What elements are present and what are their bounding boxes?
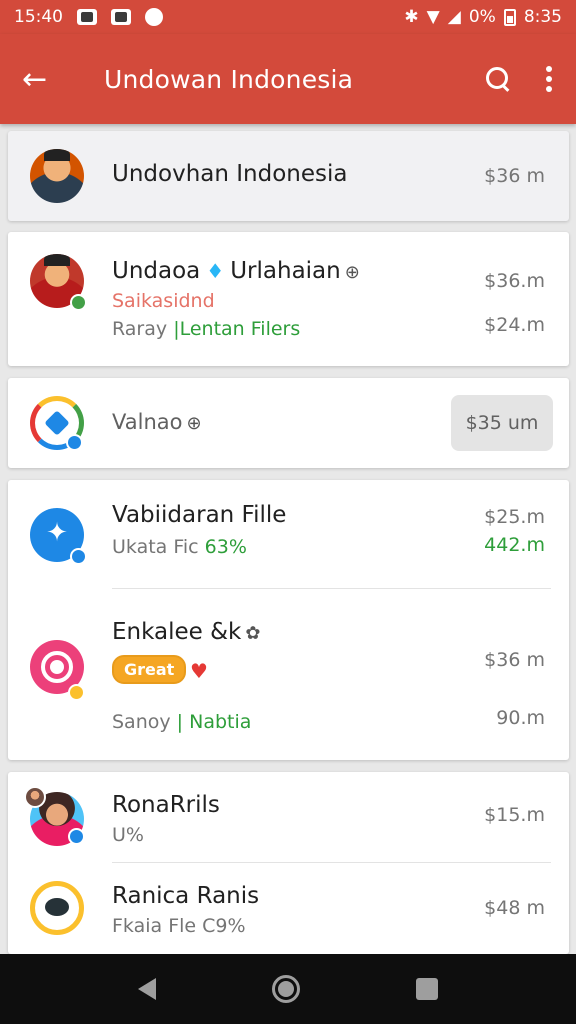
- pin-icon: ♦: [206, 259, 225, 283]
- more-vert-icon[interactable]: [546, 66, 552, 92]
- item-subtitle: Saikasidnd: [112, 290, 215, 312]
- app-bar: ← Undowan Indonesia: [0, 34, 576, 124]
- item-name: Valnao ⊕: [112, 410, 202, 434]
- status-badge: [70, 548, 87, 565]
- item-name: Ranica Ranis: [112, 883, 260, 909]
- app-notification-icon: [145, 8, 163, 26]
- list-card: Vabiidaran Fille Ukata Fic 63% $25.m 442…: [8, 480, 569, 760]
- notification-icon: [77, 9, 97, 25]
- list-item[interactable]: Valnao ⊕ $35 um: [8, 378, 569, 468]
- mini-avatar: [24, 786, 46, 808]
- item-amount-secondary: 442.m: [484, 534, 545, 556]
- wifi-icon: ▼: [426, 7, 440, 27]
- heart-icon: ♥: [190, 659, 208, 683]
- item-detail: Sanoy | Nabtia: [112, 711, 252, 733]
- item-amount: $25.m: [484, 506, 545, 528]
- list-item[interactable]: Ranica Ranis Fkaia Fle C9% $48 m: [8, 863, 569, 954]
- globe-icon: ⊕: [344, 262, 360, 283]
- item-detail: U%: [112, 824, 144, 846]
- list-item[interactable]: Undaoa ♦ Urlahaian ⊕ Saikasidnd Raray |Lent…: [8, 232, 569, 366]
- item-detail: Raray |Lentan Filers: [112, 318, 301, 340]
- item-amount: $48 m: [484, 897, 545, 919]
- status-badge: [70, 294, 87, 311]
- item-amount: $36.m: [484, 270, 545, 292]
- search-icon[interactable]: [484, 65, 512, 93]
- status-badge: [66, 434, 83, 451]
- person-avatar: [30, 149, 84, 203]
- item-detail: Ukata Fic 63%: [112, 536, 247, 558]
- signal-icon: ◢: [447, 7, 461, 27]
- list-item[interactable]: Undovhan Indonesia $36 m: [8, 131, 569, 221]
- item-amount: $15.m: [484, 804, 545, 826]
- item-name: Vabiidaran Fille: [112, 502, 287, 528]
- list-card: RonaRrils U% $15.m Ranica Ranis Fkaia Fl…: [8, 772, 569, 954]
- list-card: Valnao ⊕ $35 um: [8, 378, 569, 468]
- list-item[interactable]: RonaRrils U% $15.m: [8, 772, 569, 862]
- item-name: Undovhan Indonesia: [112, 161, 348, 187]
- item-amount: $36 m: [484, 165, 545, 187]
- item-name: RonaRrils: [112, 792, 220, 818]
- item-detail: Fkaia Fle C9%: [112, 915, 246, 937]
- status-clock: 8:35: [523, 7, 562, 27]
- brain-icon: ✿: [245, 623, 261, 644]
- nav-home-icon[interactable]: [272, 975, 300, 1003]
- page-title: Undowan Indonesia: [104, 64, 354, 94]
- gallery-notification-icon: [111, 9, 131, 25]
- item-name: Undaoa ♦ Urlahaian ⊕: [112, 258, 360, 284]
- arrow-back-icon[interactable]: ←: [22, 62, 82, 97]
- amount-chip[interactable]: $35 um: [451, 395, 553, 451]
- status-badge: [68, 828, 85, 845]
- item-name: Enkalee &k ✿: [112, 619, 261, 645]
- globe-icon: ⊕: [186, 413, 202, 434]
- bluetooth-icon: ✱: [404, 7, 419, 27]
- nav-recents-icon[interactable]: [416, 978, 438, 1000]
- status-time: 15:40: [14, 7, 63, 27]
- battery-icon: [503, 8, 516, 26]
- status-bar: 15:40 ✱ ▼ ◢ 0% 8:35: [0, 0, 576, 34]
- battery-percent: 0%: [468, 7, 496, 27]
- yellow-ring-icon: [30, 881, 84, 935]
- list-item[interactable]: Enkalee &k ✿ Great ♥ Sanoy | Nabtia $36 m…: [8, 589, 569, 760]
- nav-back-icon[interactable]: [138, 978, 156, 1000]
- status-badge: [68, 684, 85, 701]
- item-amount-secondary: 90.m: [496, 707, 545, 729]
- system-nav-bar: [0, 954, 576, 1024]
- list-card: Undaoa ♦ Urlahaian ⊕ Saikasidnd Raray |Lent…: [8, 232, 569, 366]
- item-amount-secondary: $24.m: [484, 314, 545, 336]
- item-amount: $36 m: [484, 649, 545, 671]
- list-item[interactable]: Vabiidaran Fille Ukata Fic 63% $25.m 442…: [8, 480, 569, 588]
- list-card: Undovhan Indonesia $36 m: [8, 131, 569, 221]
- great-chip[interactable]: Great: [112, 655, 187, 684]
